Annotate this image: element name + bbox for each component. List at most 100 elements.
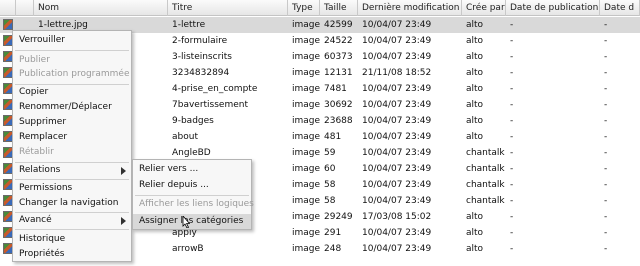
mouse-pointer-icon [182, 216, 190, 228]
cell-derniere-modification: 10/04/07 23:49 [362, 84, 432, 94]
menu-item-permissions[interactable]: Permissions [13, 181, 131, 196]
cell-titre: 3234832894 [172, 68, 230, 78]
menu-separator [15, 50, 129, 51]
context-menu: Verrouiller Publier Publication programm… [12, 30, 132, 262]
cell-cree-par: alto [466, 100, 484, 110]
cell-cree-par: alto [466, 36, 484, 46]
cell-date-2: - [604, 244, 608, 254]
cell-cree-par: alto [466, 244, 484, 254]
cell-taille: 12131 [324, 68, 353, 78]
cell-date-2: - [604, 212, 608, 222]
cell-date-publication: - [510, 84, 514, 94]
cell-date-2: - [604, 228, 608, 238]
menu-separator [15, 179, 129, 180]
cell-derniere-modification: 10/04/07 23:49 [362, 116, 432, 126]
header-date-publication[interactable]: Date de publication [506, 0, 600, 16]
cell-cree-par: alto [466, 212, 484, 222]
cell-date-publication: - [510, 68, 514, 78]
header-titre[interactable]: Titre [168, 0, 288, 16]
menu-item-proprietes[interactable]: Propriétés [13, 247, 131, 262]
cell-derniere-modification: 10/04/07 23:49 [362, 228, 432, 238]
cell-derniere-modification: 10/04/07 23:49 [362, 132, 432, 142]
cell-type: image [292, 68, 320, 78]
cell-derniere-modification: 10/04/07 23:49 [362, 164, 432, 174]
cell-date-publication: - [510, 244, 514, 254]
menu-item-publier: Publier [19, 55, 50, 65]
header-date-2[interactable]: Date d [600, 0, 640, 16]
header-icon-column[interactable] [0, 0, 16, 16]
header-derniere-modification[interactable]: Dernière modification [358, 0, 462, 16]
cell-titre: about [172, 132, 198, 142]
cell-derniere-modification: 10/04/07 23:49 [362, 100, 432, 110]
cell-titre: 3-listeinscrits [172, 52, 232, 62]
cell-date-publication: - [510, 20, 514, 30]
header-nom[interactable]: Nom [34, 0, 168, 16]
cell-taille: 29249 [324, 212, 353, 222]
header-cree-par[interactable]: Crée par [462, 0, 506, 16]
menu-item-verrouiller[interactable]: Verrouiller [13, 33, 131, 48]
cell-type: image [292, 84, 320, 94]
cell-date-2: - [604, 68, 608, 78]
cell-taille: 58 [324, 196, 336, 206]
cell-taille: 60373 [324, 52, 353, 62]
cell-derniere-modification: 21/11/08 18:52 [362, 68, 432, 78]
cell-date-2: - [604, 84, 608, 94]
header-type[interactable]: Type [288, 0, 320, 16]
cell-cree-par: alto [466, 132, 484, 142]
cell-date-publication: - [510, 116, 514, 126]
cell-date-2: - [604, 196, 608, 206]
header-taille[interactable]: Taille [320, 0, 358, 16]
cell-taille: 30692 [324, 100, 353, 110]
menu-item-avance[interactable]: Avancé [13, 213, 131, 228]
menu-item-changer-navigation[interactable]: Changer la navigation [13, 196, 131, 211]
menu-item-publication-programmee: Publication programmée [19, 69, 130, 79]
cell-date-2: - [604, 116, 608, 126]
menu-item-remplacer[interactable]: Remplacer [13, 130, 131, 145]
cell-derniere-modification: 10/04/07 23:49 [362, 196, 432, 206]
menu-item-supprimer[interactable]: Supprimer [13, 115, 131, 130]
cell-date-publication: - [510, 228, 514, 238]
cell-derniere-modification: 10/04/07 23:49 [362, 180, 432, 190]
menu-item-relations[interactable]: Relations [13, 163, 131, 178]
cell-date-2: - [604, 20, 608, 30]
cell-taille: 481 [324, 132, 342, 142]
submenu-arrow-icon [121, 167, 126, 175]
cell-derniere-modification: 17/03/08 15:02 [362, 212, 432, 222]
cell-titre: 1-lettre [172, 20, 206, 30]
cell-date-2: - [604, 52, 608, 62]
relations-submenu: Relier vers ... Relier depuis ... Affich… [132, 159, 254, 230]
menu-item-avance-label: Avancé [19, 215, 52, 225]
cell-taille: 60 [324, 164, 336, 174]
cell-cree-par: alto [466, 84, 484, 94]
menu-item-renommer-deplacer[interactable]: Renommer/Déplacer [13, 100, 131, 115]
menu-item-assigner-categories[interactable]: Assigner les catégories [133, 214, 251, 229]
menu-item-relier-depuis[interactable]: Relier depuis ... [133, 178, 251, 193]
cell-date-publication: - [510, 148, 514, 158]
menu-item-historique[interactable]: Historique [13, 232, 131, 247]
cell-date-2: - [604, 132, 608, 142]
image-file-icon [3, 19, 13, 30]
cell-taille: 42599 [324, 20, 353, 30]
cell-derniere-modification: 10/04/07 23:49 [362, 52, 432, 62]
cell-taille: 291 [324, 228, 342, 238]
cell-type: image [292, 132, 320, 142]
cell-titre: arrowB [172, 244, 204, 254]
cell-cree-par: alto [466, 20, 484, 30]
cell-derniere-modification: 10/04/07 23:49 [362, 244, 432, 254]
cell-cree-par: chantalk [466, 164, 505, 174]
menu-item-relations-label: Relations [19, 165, 61, 175]
cell-type: image [292, 20, 320, 30]
cell-taille: 24522 [324, 36, 353, 46]
cell-type: image [292, 180, 320, 190]
menu-item-relier-vers[interactable]: Relier vers ... [133, 162, 251, 177]
cell-date-publication: - [510, 212, 514, 222]
cell-taille: 23688 [324, 116, 353, 126]
menu-separator [135, 195, 249, 196]
menu-item-copier[interactable]: Copier [13, 85, 131, 100]
cell-date-publication: - [510, 196, 514, 206]
cell-titre: 2-formulaire [172, 36, 228, 46]
cell-date-2: - [604, 148, 608, 158]
menu-item-afficher-liens-logiques: Afficher les liens logiques [139, 199, 254, 209]
cell-cree-par: chantalk [466, 196, 505, 206]
cell-type: image [292, 212, 320, 222]
